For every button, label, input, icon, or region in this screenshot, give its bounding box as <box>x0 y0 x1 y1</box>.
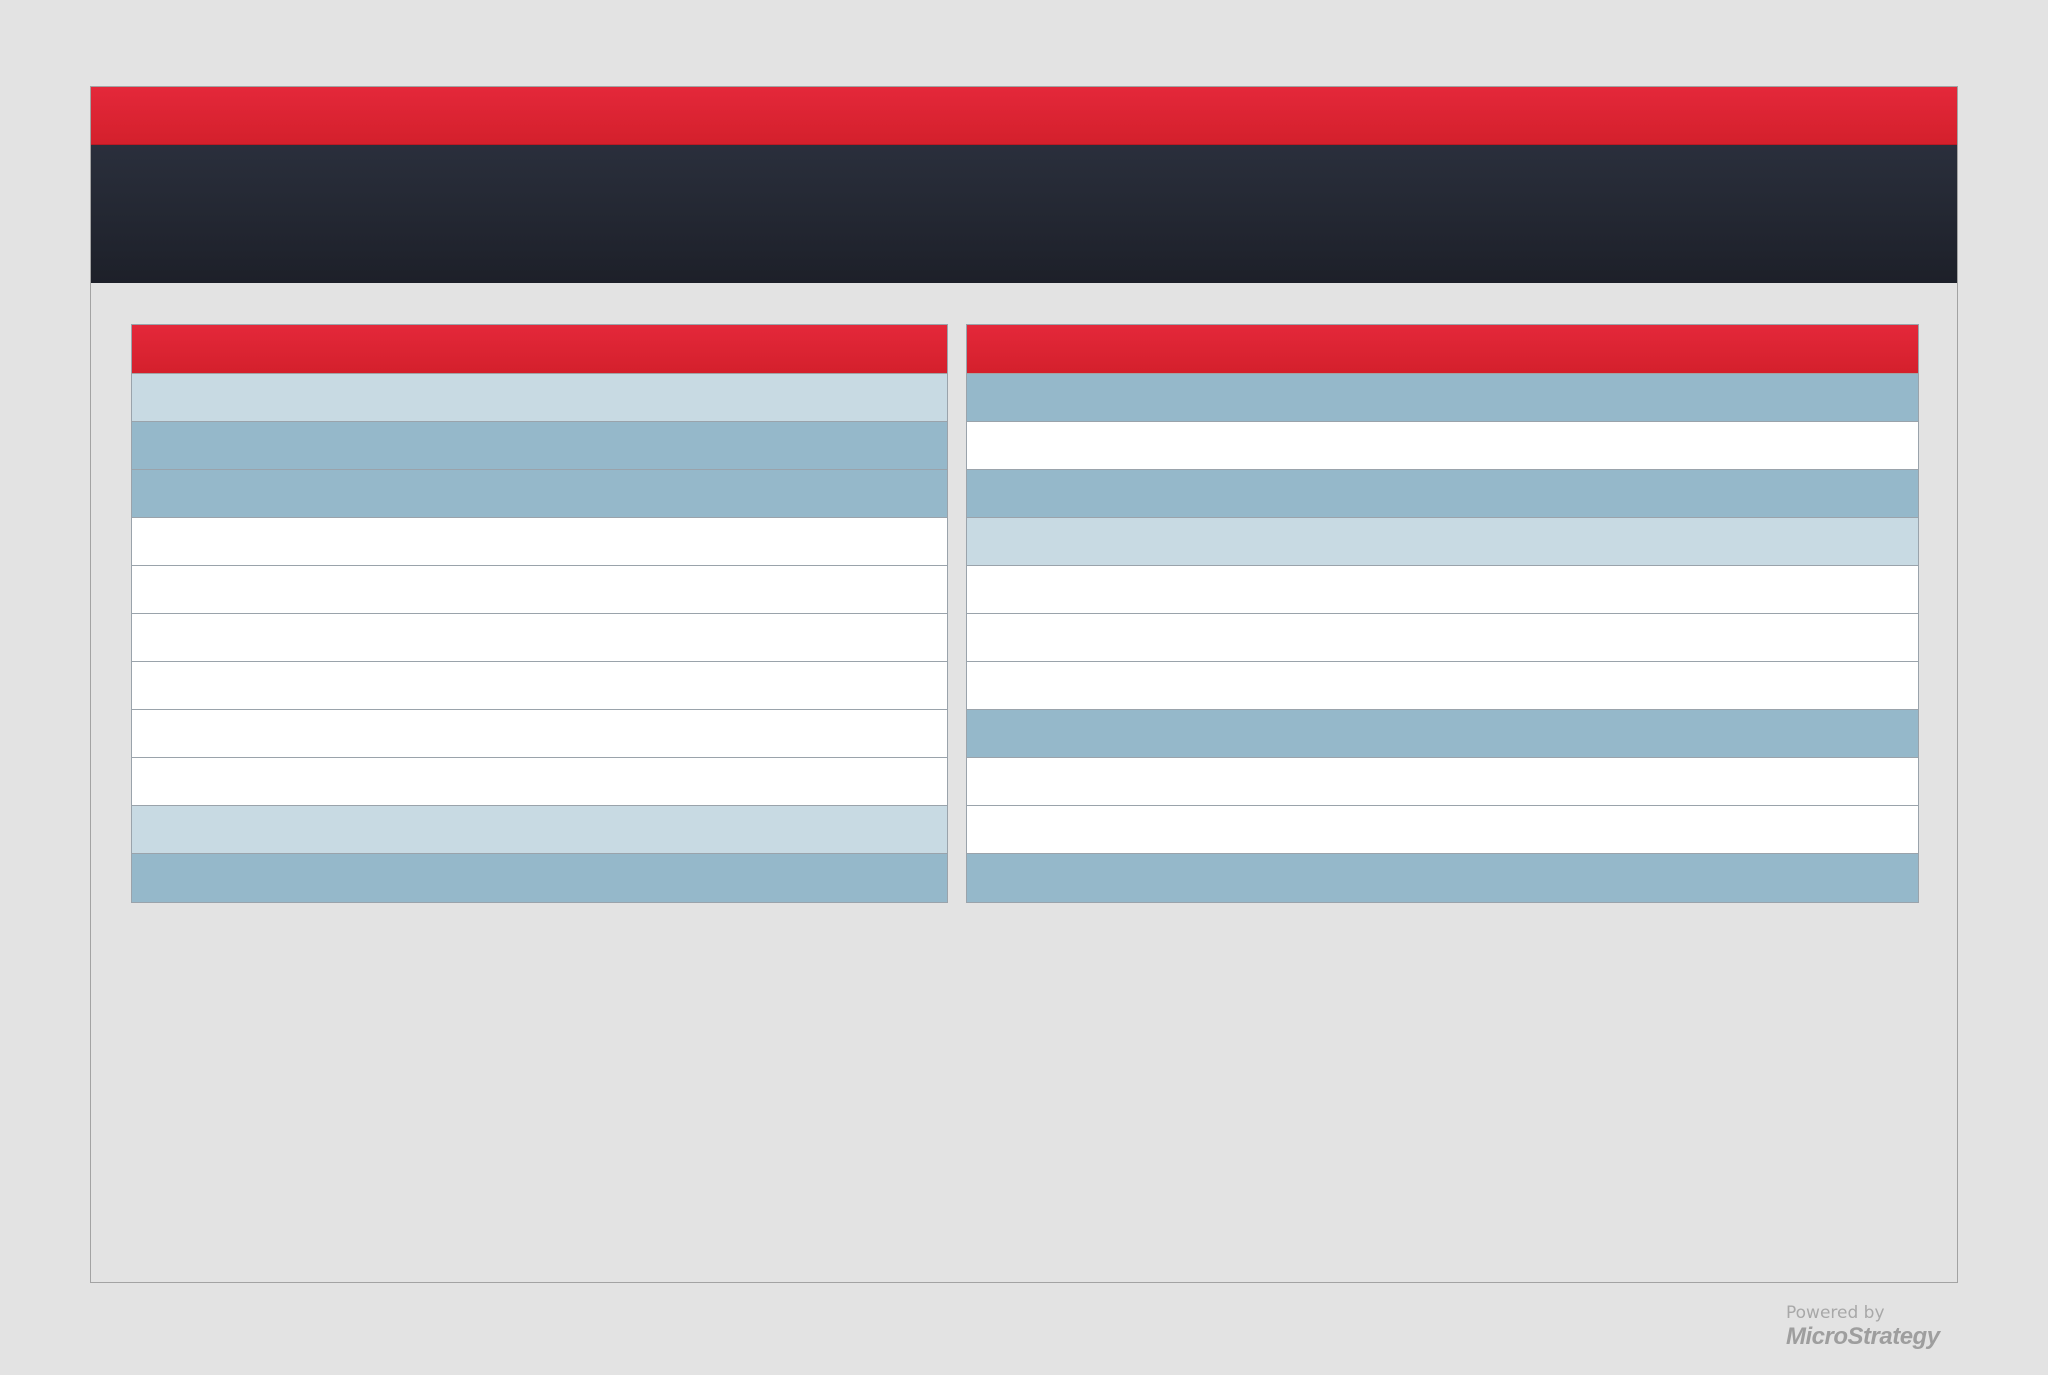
table-row <box>967 470 1918 518</box>
header-banner <box>91 145 1957 283</box>
table-row <box>132 374 947 422</box>
table-row <box>967 758 1918 806</box>
left-grid <box>131 324 948 903</box>
table-row <box>967 518 1918 566</box>
powered-by-logo: Powered by MicroStrategy <box>1786 1303 1966 1353</box>
right-grid-rows <box>967 374 1918 902</box>
right-grid <box>966 324 1919 903</box>
table-row <box>967 614 1918 662</box>
table-row <box>967 806 1918 854</box>
table-row <box>132 566 947 614</box>
left-grid-header <box>132 325 947 374</box>
table-row <box>132 806 947 854</box>
table-row <box>967 566 1918 614</box>
table-row <box>132 854 947 902</box>
powered-by-label: Powered by <box>1786 1303 1885 1323</box>
left-grid-rows <box>132 374 947 902</box>
dashboard-panel <box>90 86 1958 1283</box>
title-bar <box>91 87 1957 145</box>
table-row <box>132 614 947 662</box>
brand-logo: MicroStrategy <box>1786 1323 1940 1350</box>
table-row <box>132 758 947 806</box>
table-row <box>132 470 947 518</box>
table-row <box>967 662 1918 710</box>
table-row <box>132 518 947 566</box>
right-grid-header <box>967 325 1918 374</box>
table-row <box>132 422 947 470</box>
table-row <box>967 854 1918 902</box>
table-row <box>967 374 1918 422</box>
table-row <box>132 710 947 758</box>
table-row <box>132 662 947 710</box>
table-row <box>967 422 1918 470</box>
table-row <box>967 710 1918 758</box>
